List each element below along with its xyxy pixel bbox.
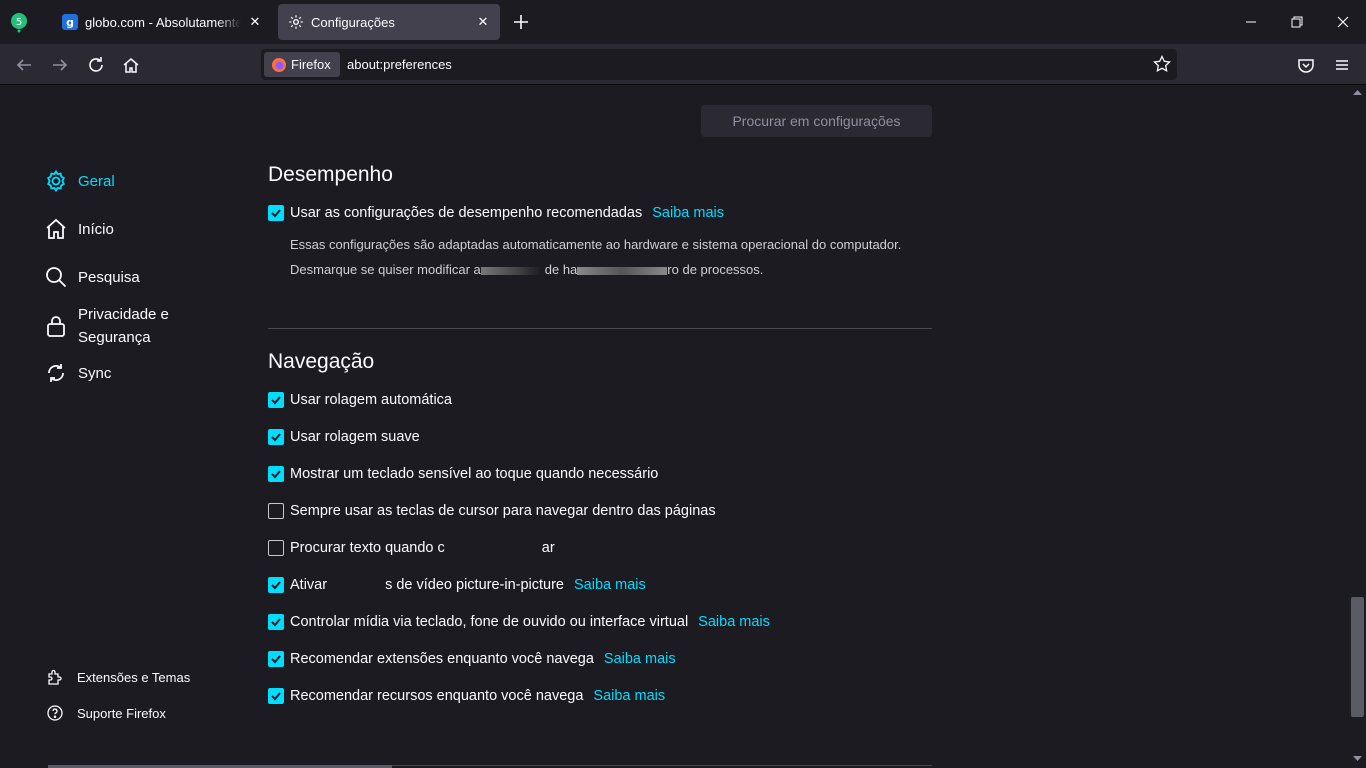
close-tab-icon[interactable]: ✕: [247, 14, 263, 30]
identity-box[interactable]: Firefox: [264, 52, 340, 77]
navigation-heading: Navegação: [268, 350, 375, 373]
checkbox-label: Usar rolagem automática: [290, 392, 452, 408]
nav-option-row[interactable]: Usar rolagem suave: [268, 429, 420, 445]
search-icon: [46, 267, 67, 288]
sidebar-item-inicio[interactable]: Início: [44, 217, 114, 241]
close-window-icon[interactable]: [1320, 0, 1366, 44]
url-text[interactable]: about:preferences: [347, 57, 452, 72]
sidebar-item-label: Sync: [78, 364, 112, 382]
bookmark-star-icon[interactable]: [1153, 54, 1171, 73]
learn-more-link[interactable]: Saiba mais: [698, 614, 770, 630]
sidebar-item-label: Início: [78, 220, 114, 238]
svg-text:5: 5: [16, 17, 22, 28]
sync-icon: [48, 364, 64, 382]
scrollbar-thumb[interactable]: [1351, 597, 1364, 717]
nav-option-row[interactable]: Usar rolagem automática: [268, 392, 452, 408]
sidebar-item-sync[interactable]: Sync: [44, 361, 111, 385]
checkbox-checked[interactable]: [268, 392, 284, 408]
nav-option-row[interactable]: Controlar mídia via teclado, fone de ouv…: [268, 614, 770, 630]
sidebar-item-pesquisa[interactable]: Pesquisa: [44, 265, 140, 289]
tab-globo[interactable]: g globo.com - Absolutamente tudo ✕: [52, 4, 272, 40]
close-tab-icon[interactable]: ✕: [475, 14, 491, 30]
sidebar-support-link[interactable]: Suporte Firefox: [46, 704, 166, 722]
pocket-icon[interactable]: [1293, 52, 1319, 78]
navigation-toolbar: Firefox about:preferences: [0, 44, 1366, 85]
tab-bar: 5 g globo.com - Absolutamente tudo ✕ Con…: [0, 0, 1366, 44]
checkbox-label-end: s de vídeo picture-in-picture: [385, 577, 564, 593]
checkbox-checked[interactable]: [268, 614, 284, 630]
reload-icon[interactable]: [83, 52, 109, 78]
help-icon: [47, 705, 63, 721]
tab-title: globo.com - Absolutamente tudo: [85, 14, 241, 30]
extensions-label: Extensões e Temas: [77, 669, 191, 685]
learn-more-link[interactable]: Saiba mais: [593, 688, 665, 704]
sidebar-extensions-link[interactable]: Extensões e Temas: [46, 668, 190, 686]
checkbox-label: Mostrar um teclado sensível ao toque qua…: [290, 466, 659, 482]
checkbox-label: Recomendar recursos enquanto você navega: [290, 688, 584, 704]
identity-label: Firefox: [291, 57, 331, 72]
performance-description-2: Desmarque se quiser modificar a de ha ro d…: [290, 262, 764, 277]
performance-checkbox-row[interactable]: Usar as configurações de desempenho reco…: [268, 205, 724, 221]
checkbox-label: Ativar: [290, 577, 328, 593]
checkbox-label: Usar rolagem suave: [290, 429, 420, 445]
home-icon: [46, 218, 66, 239]
vertical-scrollbar[interactable]: [1349, 85, 1366, 768]
forward-icon[interactable]: [47, 52, 73, 78]
scroll-up-icon[interactable]: [1353, 89, 1362, 95]
checkbox-checked[interactable]: [268, 688, 284, 704]
sidebar-item-privacidade[interactable]: Privacidade e Segurança: [44, 303, 204, 349]
minimize-icon[interactable]: [1228, 0, 1274, 44]
home-icon[interactable]: [118, 52, 144, 78]
checkbox-unchecked[interactable]: [268, 503, 284, 519]
checkbox-label: Recomendar extensões enquanto você naveg…: [290, 651, 594, 667]
gear-icon: [288, 14, 304, 30]
nav-option-row[interactable]: Procurar texto quando c ar: [268, 540, 555, 556]
nav-option-row[interactable]: Recomendar extensões enquanto você naveg…: [268, 651, 676, 667]
app-icon[interactable]: 5: [8, 11, 30, 33]
nav-option-row[interactable]: Ativar s de vídeo picture-in-picture Sai…: [268, 577, 646, 593]
sidebar-item-label: Pesquisa: [78, 268, 140, 286]
puzzle-icon: [48, 669, 62, 685]
performance-description: Essas configurações são adaptadas automa…: [290, 237, 902, 252]
search-input[interactable]: Procurar em configurações: [701, 105, 932, 137]
sidebar-item-label: Privacidade e Segurança: [78, 306, 169, 346]
checkbox-unchecked[interactable]: [268, 540, 284, 556]
globo-favicon-icon: g: [62, 14, 78, 30]
checkbox-checked[interactable]: [268, 577, 284, 593]
checkbox-checked[interactable]: [268, 429, 284, 445]
restore-icon[interactable]: [1274, 0, 1320, 44]
nav-option-row[interactable]: Sempre usar as teclas de cursor para nav…: [268, 503, 716, 519]
new-tab-icon[interactable]: [510, 11, 532, 33]
learn-more-link[interactable]: Saiba mais: [574, 577, 646, 593]
checkbox-checked[interactable]: [268, 205, 284, 221]
nav-option-row[interactable]: Mostrar um teclado sensível ao toque qua…: [268, 466, 658, 482]
section-divider: [268, 328, 932, 329]
sidebar-item-label: Geral: [78, 172, 115, 190]
nav-option-row[interactable]: Recomendar recursos enquanto você navega…: [268, 688, 665, 704]
checkbox-checked[interactable]: [268, 651, 284, 667]
scroll-down-icon[interactable]: [1353, 756, 1362, 762]
checkbox-label: Procurar texto quando c: [290, 540, 445, 556]
svg-text:g: g: [66, 16, 74, 29]
support-label: Suporte Firefox: [77, 705, 166, 721]
sidebar-item-geral[interactable]: Geral: [44, 169, 115, 193]
url-bar[interactable]: Firefox about:preferences: [261, 49, 1177, 80]
back-icon[interactable]: [11, 52, 37, 78]
preferences-page: Procurar em configurações Geral Início P…: [0, 85, 1366, 768]
checkbox-checked[interactable]: [268, 466, 284, 482]
lock-icon: [47, 316, 65, 337]
checkbox-label: Usar as configurações de desempenho reco…: [290, 205, 643, 221]
learn-more-link[interactable]: Saiba mais: [652, 205, 724, 221]
checkbox-label: Controlar mídia via teclado, fone de ouv…: [290, 614, 689, 630]
menu-icon[interactable]: [1329, 52, 1355, 78]
tab-title: Configurações: [311, 14, 395, 30]
checkbox-label: Sempre usar as teclas de cursor para nav…: [290, 503, 716, 519]
checkbox-label-end: ar: [541, 540, 555, 556]
performance-heading: Desempenho: [268, 163, 393, 186]
learn-more-link[interactable]: Saiba mais: [604, 651, 676, 667]
firefox-icon: [271, 57, 287, 73]
gear-icon: [47, 169, 65, 193]
tab-settings[interactable]: Configurações ✕: [278, 4, 500, 40]
